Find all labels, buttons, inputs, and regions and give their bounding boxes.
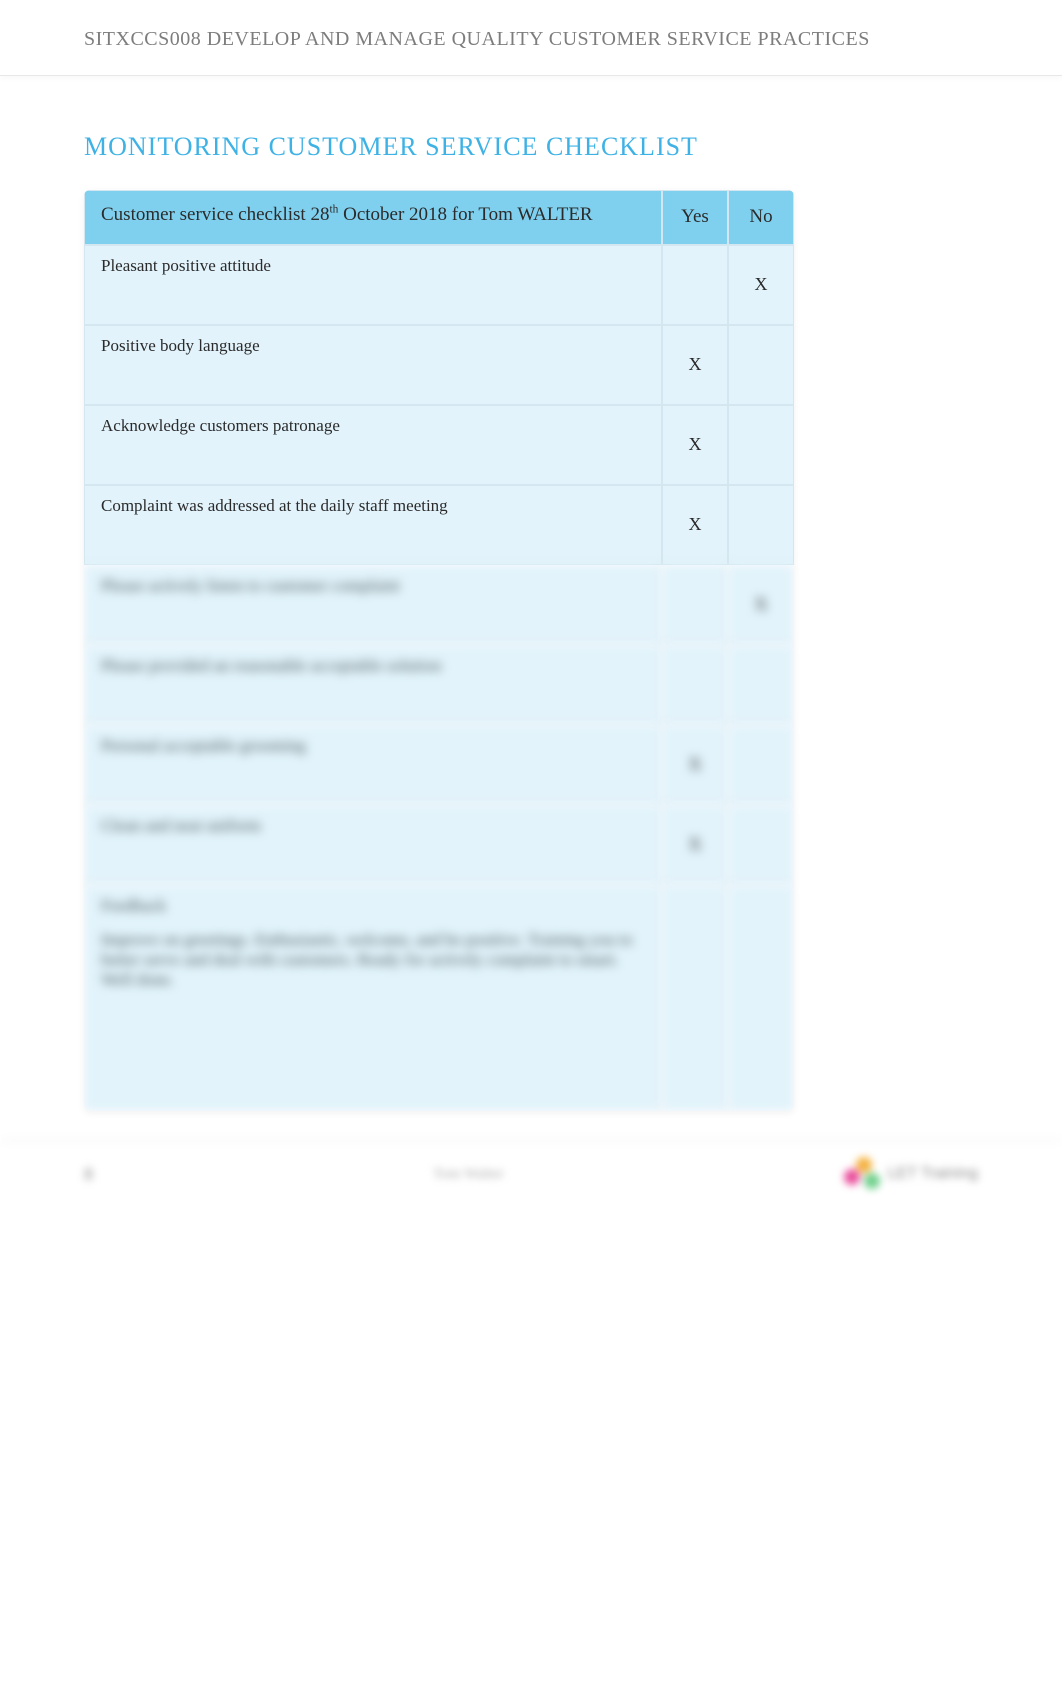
table-row: Acknowledge customers patronageX [84,405,794,485]
header-yes: Yes [662,190,728,245]
header-desc-sup: th [329,204,338,216]
table-row: Clean and neat uniformX [84,805,794,885]
row-yes-mark: X [662,405,728,485]
row-no-mark: X [728,565,794,645]
header-desc-pre: Customer service checklist 28 [101,204,329,225]
row-description: Complaint was addressed at the daily sta… [84,485,662,565]
document-header: SITXCCS008 DEVELOP AND MANAGE QUALITY CU… [0,0,1062,76]
feedback-cell: Feedback Improve on greetings. Enthusiast… [84,885,662,1111]
footer-center-text: Tom Walter [433,1166,503,1183]
row-no-mark [728,325,794,405]
row-no-mark [728,485,794,565]
page-number: 8 [84,1164,93,1185]
feedback-text: Improve on greetings. Enthusiastic, welc… [101,930,645,990]
feedback-no [728,885,794,1111]
row-description: Pleasant positive attitude [84,245,662,325]
checklist-table: Customer service checklist 28th October … [84,190,794,1111]
header-description: Customer service checklist 28th October … [84,190,662,245]
table-row: Positive body languageX [84,325,794,405]
table-row: Complaint was addressed at the daily sta… [84,485,794,565]
feedback-row: Feedback Improve on greetings. Enthusiast… [84,885,794,1111]
row-yes-mark: X [662,325,728,405]
header-no: No [728,190,794,245]
row-no-mark [728,725,794,805]
row-description: Please provided an reasonable acceptable… [84,645,662,725]
footer-logo: LET Training [844,1155,978,1193]
row-yes-mark: X [662,805,728,885]
section-heading: MONITORING CUSTOMER SERVICE CHECKLIST [84,132,978,162]
footer-logo-text: LET Training [888,1165,978,1183]
course-title: SITXCCS008 DEVELOP AND MANAGE QUALITY CU… [84,28,1062,51]
row-no-mark [728,405,794,485]
table-row: Pleasant positive attitude X [84,245,794,325]
table-row: Please provided an reasonable acceptable… [84,645,794,725]
row-no-mark [728,805,794,885]
row-yes-mark [662,565,728,645]
header-desc-post: October 2018 for Tom WALTER [338,204,592,225]
row-description: Personal acceptable grooming [84,725,662,805]
table-header-row: Customer service checklist 28th October … [84,190,794,245]
row-no-mark: X [728,245,794,325]
row-yes-mark [662,645,728,725]
table-row: Personal acceptable groomingX [84,725,794,805]
document-footer: 8 Tom Walter LET Training [0,1140,1062,1207]
row-yes-mark: X [662,725,728,805]
row-description: Positive body language [84,325,662,405]
feedback-label: Feedback [101,896,645,916]
row-description: Please actively listen to customer compl… [84,565,662,645]
logo-icon [844,1155,882,1193]
document-content: MONITORING CUSTOMER SERVICE CHECKLIST Cu… [0,76,1062,1111]
row-yes-mark: X [662,485,728,565]
row-no-mark [728,645,794,725]
feedback-yes [662,885,728,1111]
row-description: Acknowledge customers patronage [84,405,662,485]
table-row: Please actively listen to customer compl… [84,565,794,645]
row-description: Clean and neat uniform [84,805,662,885]
row-yes-mark [662,245,728,325]
